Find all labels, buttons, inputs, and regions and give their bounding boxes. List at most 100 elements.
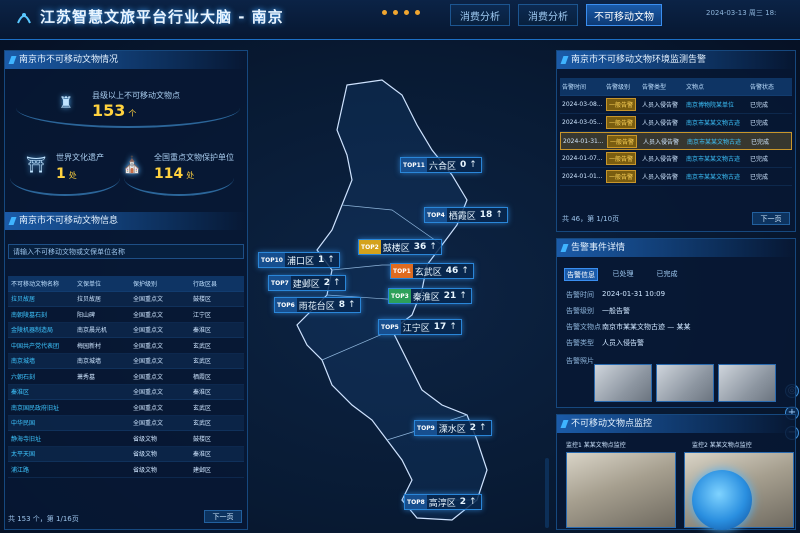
district-label[interactable]: TOP11 六合区 0 ↑ <box>400 157 482 173</box>
district-label[interactable]: TOP5 江宁区 17 ↑ <box>378 319 462 335</box>
col-name: 不可移动文物名称 <box>11 280 60 288</box>
alert-photo-2[interactable] <box>656 364 714 402</box>
camera-feed-1[interactable] <box>566 452 676 528</box>
alert-photo-1[interactable] <box>594 364 652 402</box>
district-label[interactable]: TOP9 溧水区 2 ↑ <box>414 420 492 436</box>
cell-district: 建邺区 <box>193 466 212 474</box>
district-name: 溧水区 <box>438 424 466 435</box>
district-rank-badge: TOP6 <box>275 298 297 312</box>
cell-name[interactable]: 太平天国 <box>8 449 74 458</box>
table-row[interactable]: 六朝石刻 萧秀墓 全国重点文 栖霞区 <box>8 369 244 385</box>
cell-unit: 萧秀墓 <box>77 373 96 381</box>
world-heritage-unit: 处 <box>68 171 77 180</box>
cell-relic[interactable]: 南京市某某文物古迹 <box>687 139 741 146</box>
table-row[interactable]: 南京国民政府旧址 全国重点文 玄武区 <box>8 400 244 416</box>
tab-consumption-1[interactable]: 消费分析 <box>450 4 510 26</box>
cell-level: 全国重点文 <box>133 296 164 304</box>
relic-next-page-button[interactable]: 下一页 <box>204 510 242 523</box>
arrow-up-icon: ↑ <box>479 423 487 433</box>
district-label[interactable]: TOP8 高淳区 2 ↑ <box>404 494 482 510</box>
district-label[interactable]: TOP7 建邺区 2 ↑ <box>268 275 346 291</box>
cell-type: 人员入侵告警 <box>642 174 679 181</box>
table-row[interactable]: 南京城墙 南京城墙 全国重点文 玄武区 <box>8 353 244 369</box>
table-row[interactable]: 浦江路 省级文物 建邺区 <box>8 462 244 478</box>
cell-name[interactable]: 中国共产党代表团 <box>8 341 74 350</box>
district-name: 秦淮区 <box>412 292 440 303</box>
cell-relic[interactable]: 南京市某某文物古迹 <box>686 174 740 181</box>
arrow-up-icon: ↑ <box>459 291 467 301</box>
district-label[interactable]: TOP2 鼓楼区 36 ↑ <box>358 239 442 255</box>
table-row[interactable]: 秦淮区 全国重点文 秦淮区 <box>8 384 244 400</box>
cell-time: 2024-01-07... <box>562 155 603 162</box>
alert-photo-3[interactable] <box>718 364 776 402</box>
table-row[interactable]: 南朝陵墓石刻 阳山碑 全国重点文 江宁区 <box>8 307 244 323</box>
alert-next-page-button[interactable]: 下一页 <box>752 212 790 225</box>
cell-name[interactable]: 静海寺旧址 <box>8 434 74 443</box>
cell-level: 一般告警 <box>606 98 637 111</box>
table-row[interactable]: 拉贝故居 拉贝故居 全国重点文 鼓楼区 <box>8 291 244 307</box>
camera-label-2: 监控2 某某文物点监控 <box>692 442 752 449</box>
mascot-avatar[interactable] <box>692 470 752 530</box>
cell-relic[interactable]: 南京市某某文物古迹 <box>686 156 740 163</box>
relic-search-input[interactable]: 请输入不可移动文物或文保单位名称 <box>8 244 244 259</box>
cell-name[interactable]: 拉贝故居 <box>8 294 74 303</box>
detail-row: 告警类型 人员入侵告警 <box>566 338 644 348</box>
district-name: 高淳区 <box>428 498 456 509</box>
national-units-value: 114 <box>154 166 184 182</box>
main-stat-label: 县级以上不可移动文物点 <box>92 91 180 100</box>
tab-immovable-relics[interactable]: 不可移动文物 <box>586 4 662 26</box>
district-label[interactable]: TOP3 秦淮区 21 ↑ <box>388 288 472 304</box>
national-units-stat: 全国重点文物保护单位 114 处 <box>154 152 234 182</box>
cell-name[interactable]: 南朝陵墓石刻 <box>8 310 74 319</box>
logo-icon <box>17 13 31 24</box>
district-label[interactable]: TOP4 栖霞区 18 ↑ <box>424 207 508 223</box>
district-name: 栖霞区 <box>448 211 476 222</box>
table-row[interactable]: 静海寺旧址 省级文物 鼓楼区 <box>8 431 244 447</box>
tab-alert-info[interactable]: 告警信息 <box>564 268 598 281</box>
cell-status: 已完成 <box>750 156 769 163</box>
cell-name[interactable]: 浦江路 <box>8 465 74 474</box>
tab-consumption-2[interactable]: 消费分析 <box>518 4 578 26</box>
cell-name[interactable]: 金陵机器制造局 <box>8 325 74 334</box>
table-row[interactable]: 中国共产党代表团 梅园新村 全国重点文 玄武区 <box>8 338 244 354</box>
cell-level: 全国重点文 <box>133 389 164 397</box>
district-rank-badge: TOP8 <box>405 495 427 509</box>
table-row[interactable]: 2024-01-01... 一般告警 人员入侵告警 南京市某某文物古迹 已完成 <box>560 168 792 186</box>
cell-level: 全国重点文 <box>133 373 164 381</box>
cell-level: 一般告警 <box>606 170 637 183</box>
district-label[interactable]: TOP10 浦口区 1 ↑ <box>258 252 340 268</box>
cell-name[interactable]: 南京城墙 <box>8 356 74 365</box>
cell-name[interactable]: 南京国民政府旧址 <box>8 403 74 412</box>
district-name: 玄武区 <box>414 267 442 278</box>
table-row[interactable]: 中华民国 全国重点文 玄武区 <box>8 415 244 431</box>
scrollbar[interactable] <box>545 458 549 528</box>
cell-relic[interactable]: 南京博物院某单位 <box>686 102 734 109</box>
table-row[interactable]: 2024-03-05... 一般告警 人员入侵告警 南京市某某文物古迹 已完成 <box>560 114 792 132</box>
district-label[interactable]: TOP1 玄武区 46 ↑ <box>390 263 474 279</box>
district-count: 18 <box>479 210 493 220</box>
arrow-up-icon: ↑ <box>495 210 503 220</box>
table-row[interactable]: 2024-03-08... 一般告警 人员入侵告警 南京博物院某单位 已完成 <box>560 96 792 114</box>
alert-table: 告警时间 告警级别 告警类型 文物点 告警状态 2024-03-08... 一般告… <box>560 78 792 186</box>
cell-name[interactable]: 秦淮区 <box>8 387 74 396</box>
district-label[interactable]: TOP6 雨花台区 8 ↑ <box>274 297 361 313</box>
cell-name[interactable]: 中华民国 <box>8 418 74 427</box>
district-name: 江宁区 <box>402 323 430 334</box>
tab-processed[interactable]: 已处理 <box>606 268 640 281</box>
detail-value: 2024-01-31 10:09 <box>602 290 666 298</box>
cell-relic[interactable]: 南京市某某文物古迹 <box>686 120 740 127</box>
arrow-up-icon: ↑ <box>449 322 457 332</box>
table-row[interactable]: 太平天国 省级文物 秦淮区 <box>8 446 244 462</box>
cell-district: 玄武区 <box>193 358 212 366</box>
cell-name[interactable]: 六朝石刻 <box>8 372 74 381</box>
alert-table-footer: 共 46，第 1/10页 <box>562 215 620 223</box>
cell-status: 已完成 <box>750 102 769 109</box>
table-row[interactable]: 2024-01-07... 一般告警 人员入侵告警 南京市某某文物古迹 已完成 <box>560 150 792 168</box>
table-row[interactable]: 金陵机器制造局 南京晨光机 全国重点文 秦淮区 <box>8 322 244 338</box>
main-stat: 县级以上不可移动文物点 153 个 <box>92 90 180 120</box>
cell-type: 人员入侵告警 <box>642 120 679 127</box>
world-heritage-label: 世界文化遗产 <box>56 153 104 162</box>
table-row[interactable]: 2024-01-31... 一般告警 人员入侵告警 南京市某某文物古迹 已完成 <box>560 132 792 150</box>
tab-completed[interactable]: 已完成 <box>650 268 684 281</box>
arrow-up-icon: ↑ <box>469 160 477 170</box>
